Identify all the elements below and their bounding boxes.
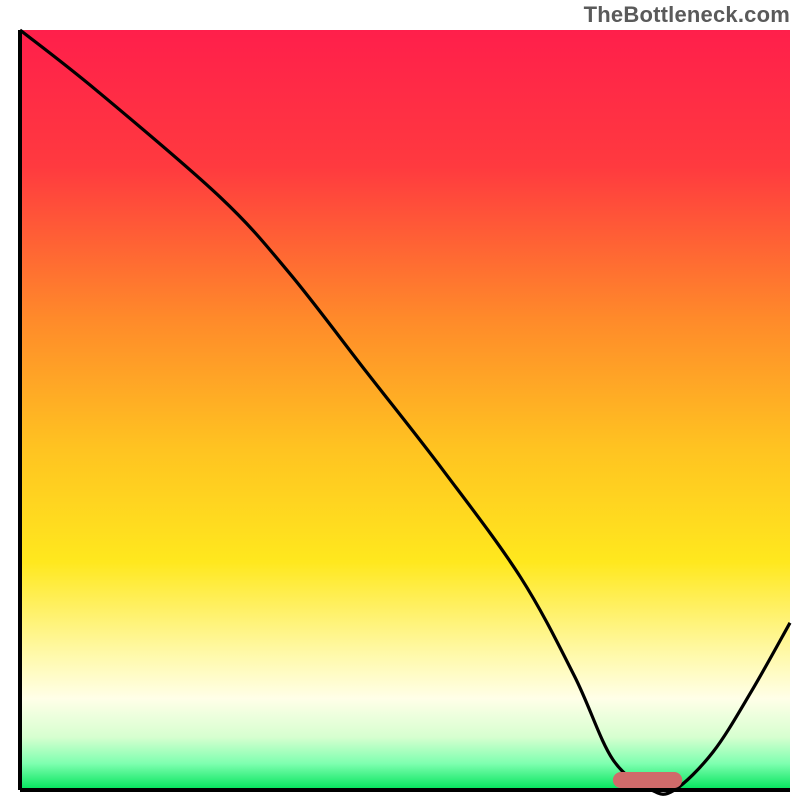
bottleneck-chart: TheBottleneck.com [0, 0, 800, 800]
optimal-marker [613, 772, 682, 788]
attribution-text: TheBottleneck.com [584, 2, 790, 28]
chart-svg [0, 0, 800, 800]
plot-background [20, 30, 790, 790]
